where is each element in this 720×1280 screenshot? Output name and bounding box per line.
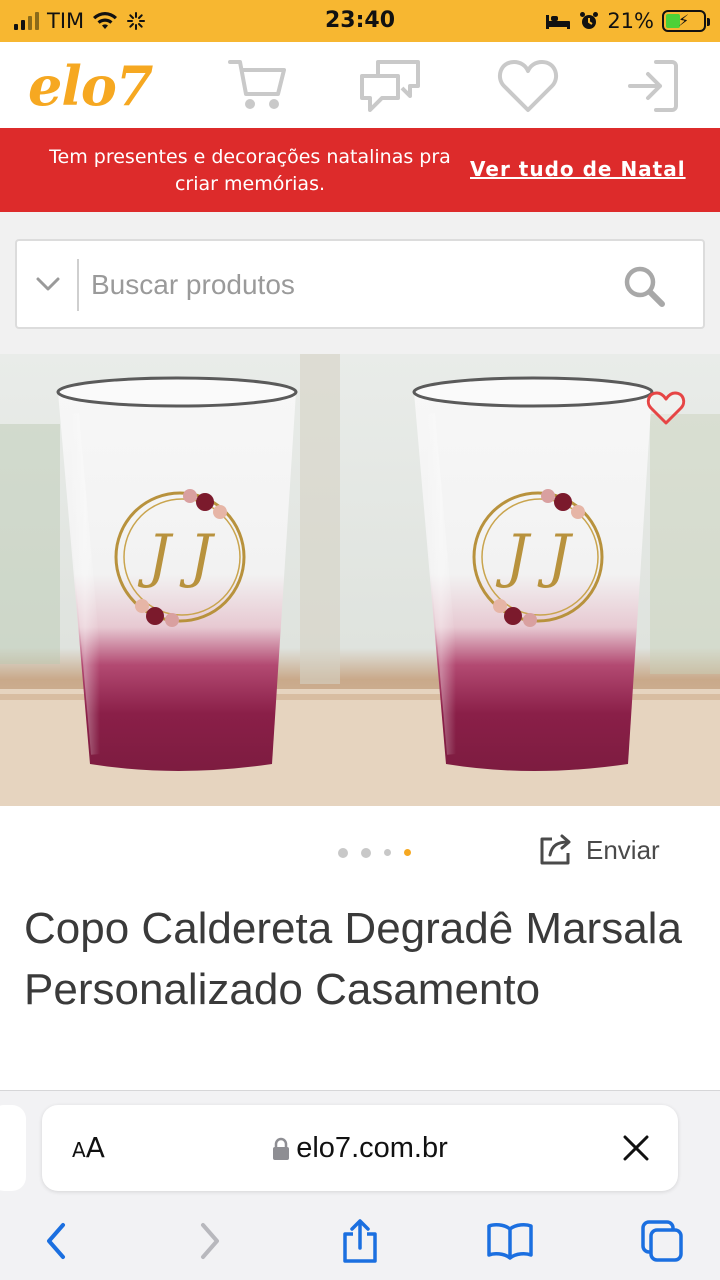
- wifi-icon: [93, 12, 118, 29]
- battery-percent: 21%: [607, 9, 654, 33]
- gallery-dots: [338, 848, 411, 858]
- promo-text: Tem presentes e decorações natalinas pra…: [49, 146, 451, 195]
- heart-icon[interactable]: [496, 56, 560, 116]
- status-left: TIM: [14, 0, 146, 42]
- status-right: 21% ⚡: [545, 0, 710, 42]
- book-icon: [487, 1223, 533, 1260]
- product-image[interactable]: J J J J: [0, 354, 720, 806]
- url-text: elo7.com.br: [296, 1132, 448, 1164]
- search-input[interactable]: [91, 261, 591, 309]
- back-button[interactable]: [26, 1211, 86, 1271]
- browser-nav: [0, 1211, 720, 1271]
- promo-banner: Tem presentes e decorações natalinas pra…: [0, 128, 720, 212]
- close-icon[interactable]: [620, 1132, 652, 1164]
- app-header: elo7: [0, 42, 720, 128]
- product-photo: J J J J: [0, 354, 720, 806]
- tabs-button[interactable]: [632, 1211, 692, 1271]
- url-display[interactable]: elo7.com.br: [42, 1105, 678, 1191]
- share-sheet-button[interactable]: [330, 1211, 390, 1271]
- promo-link[interactable]: Ver tudo de Natal: [470, 157, 686, 181]
- product-title: Copo Caldereta Degradê Marsala Personali…: [24, 904, 682, 1014]
- share-sheet-icon: [343, 1219, 377, 1263]
- address-bar[interactable]: AA elo7.com.br: [42, 1105, 678, 1191]
- carrier-label: TIM: [47, 9, 85, 33]
- search-box: [15, 239, 705, 329]
- bed-icon: [546, 15, 571, 29]
- browser-toolbar: AA elo7.com.br: [0, 1090, 720, 1280]
- chevron-left-icon: [47, 1223, 65, 1259]
- search-divider: [77, 259, 79, 311]
- previous-tab-edge[interactable]: [0, 1105, 26, 1191]
- gallery-dot[interactable]: [338, 848, 348, 858]
- gallery-dot-active[interactable]: [404, 849, 411, 856]
- gallery-dot[interactable]: [384, 849, 391, 856]
- battery-icon: ⚡: [662, 10, 710, 32]
- share-button[interactable]: Enviar: [538, 828, 660, 872]
- status-bar: TIM 23:40 21% ⚡: [0, 0, 720, 42]
- bookmarks-button[interactable]: [480, 1211, 540, 1271]
- svg-text:J J: J J: [138, 522, 216, 590]
- search-section: [0, 212, 720, 354]
- chevron-right-icon: [201, 1223, 219, 1259]
- svg-text:J J: J J: [496, 522, 574, 590]
- lock-icon: [273, 1138, 290, 1161]
- share-label: Enviar: [586, 834, 660, 865]
- activity-icon: [127, 12, 146, 30]
- gallery-dot[interactable]: [361, 848, 371, 858]
- chat-icon[interactable]: [358, 56, 422, 116]
- favorite-heart-icon[interactable]: [646, 390, 686, 426]
- search-icon[interactable]: [621, 263, 667, 309]
- signal-icon: [14, 12, 39, 30]
- chevron-down-icon[interactable]: [31, 267, 65, 301]
- forward-button[interactable]: [180, 1211, 240, 1271]
- tabs-icon: [641, 1220, 683, 1262]
- cart-icon[interactable]: [226, 56, 290, 116]
- share-icon: [540, 834, 571, 865]
- login-icon[interactable]: [624, 56, 688, 116]
- alarm-icon: [580, 12, 599, 29]
- elo7-logo[interactable]: elo7: [28, 54, 153, 118]
